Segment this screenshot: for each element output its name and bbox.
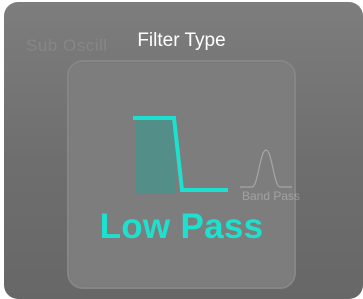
next-option-label: Band Pass [242, 189, 301, 203]
band-pass-curve-icon [240, 149, 292, 188]
selected-filter-label: Low Pass [99, 207, 264, 246]
low-pass-fill [135, 118, 176, 194]
low-pass-curve-icon [133, 116, 228, 194]
band-pass-curve [240, 149, 292, 188]
filter-curve-graphic [133, 116, 292, 194]
